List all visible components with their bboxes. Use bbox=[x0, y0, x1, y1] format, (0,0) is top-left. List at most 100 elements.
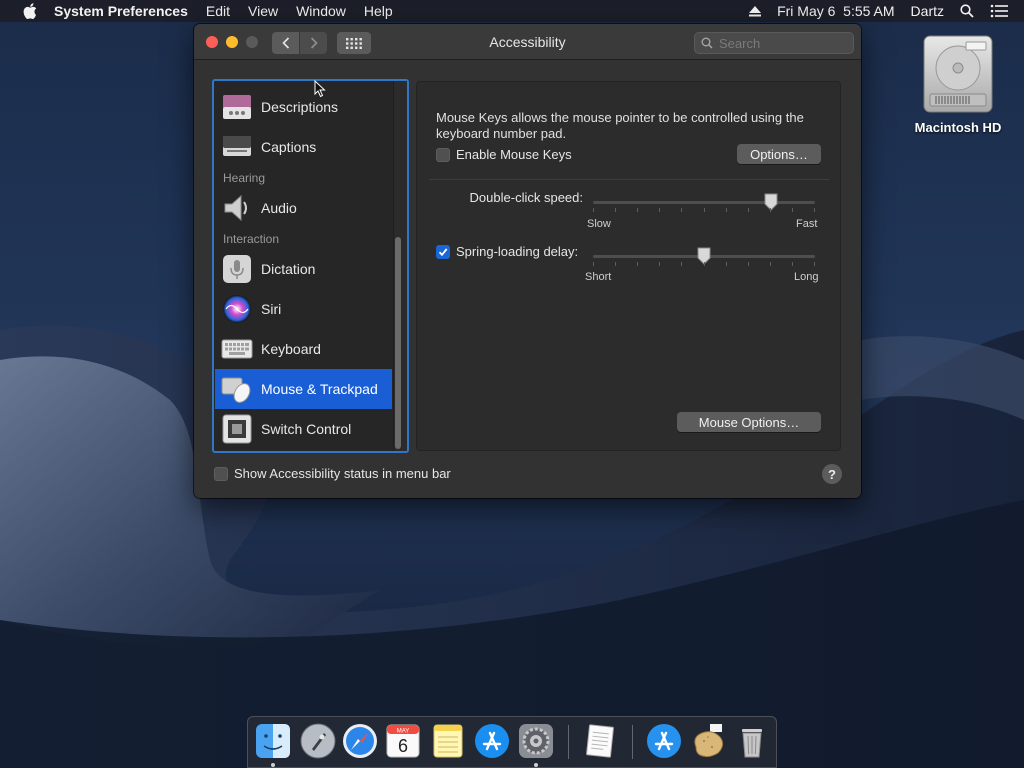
help-button[interactable]: ? bbox=[822, 464, 842, 484]
spring-loading-label: Spring-loading delay: bbox=[456, 244, 579, 259]
hard-drive-icon bbox=[923, 35, 993, 113]
double-click-speed-label: Double-click speed: bbox=[469, 190, 583, 205]
menu-window[interactable]: Window bbox=[296, 3, 346, 19]
slider-knob[interactable] bbox=[764, 193, 778, 211]
running-indicator bbox=[271, 763, 275, 767]
slider-tick bbox=[814, 262, 815, 266]
short-label: Short bbox=[585, 271, 612, 283]
enable-mouse-keys-checkbox[interactable] bbox=[436, 147, 450, 162]
notes-icon[interactable] bbox=[428, 721, 468, 761]
slider-tick bbox=[681, 262, 682, 266]
sidebar-item-label: Descriptions bbox=[261, 99, 339, 115]
app-store-downloads-icon[interactable] bbox=[644, 721, 684, 761]
trash-icon[interactable] bbox=[732, 721, 772, 761]
potato-icon[interactable] bbox=[688, 721, 728, 761]
app-store-icon[interactable] bbox=[472, 721, 512, 761]
enable-mouse-keys-label: Enable Mouse Keys bbox=[456, 147, 572, 162]
title-bar[interactable]: Accessibility bbox=[194, 24, 861, 60]
slider-tick bbox=[770, 208, 771, 212]
sidebar-item-label: Audio bbox=[261, 200, 297, 216]
sidebar-item-captions[interactable]: Captions bbox=[215, 127, 392, 167]
slider-tick bbox=[792, 262, 793, 266]
menu-app-name[interactable]: System Preferences bbox=[54, 3, 188, 19]
menu-user[interactable]: Dartz bbox=[911, 3, 944, 19]
spring-loading-slider[interactable] bbox=[593, 246, 815, 276]
mouse-options-button[interactable]: Mouse Options… bbox=[677, 412, 821, 432]
show-status-checkbox[interactable] bbox=[214, 466, 228, 481]
slider-tick bbox=[615, 262, 616, 266]
divider bbox=[429, 179, 829, 180]
slider-tick bbox=[726, 208, 727, 212]
textedit-icon[interactable] bbox=[580, 721, 620, 761]
fast-label: Fast bbox=[796, 218, 818, 230]
captions-icon bbox=[221, 131, 253, 163]
slider-tick bbox=[792, 208, 793, 212]
speaker-icon bbox=[221, 192, 253, 224]
sidebar-item-keyboard[interactable]: Keyboard bbox=[215, 329, 392, 369]
double-click-speed-slider[interactable] bbox=[593, 192, 815, 222]
slider-tick bbox=[726, 262, 727, 266]
sidebar-item-switch-control[interactable]: Switch Control bbox=[215, 409, 392, 449]
dock-separator bbox=[632, 725, 633, 759]
slider-tick bbox=[748, 262, 749, 266]
sidebar-item-siri[interactable]: Siri bbox=[215, 289, 392, 329]
sidebar-item-audio[interactable]: Audio bbox=[215, 188, 392, 228]
system-preferences-icon[interactable] bbox=[516, 721, 556, 761]
mouse-keys-options-button[interactable]: Options… bbox=[737, 144, 821, 164]
search-input[interactable] bbox=[719, 35, 839, 51]
calendar-day: 6 bbox=[398, 736, 408, 756]
menu-clock[interactable]: Fri May 6 5:55 AM bbox=[777, 3, 894, 19]
menu-help[interactable]: Help bbox=[364, 3, 393, 19]
menu-bar: System Preferences Edit View Window Help… bbox=[0, 0, 1024, 22]
desktop-disk[interactable]: Macintosh HD bbox=[908, 32, 1008, 135]
enable-mouse-keys-row[interactable]: Enable Mouse Keys bbox=[436, 147, 572, 162]
spotlight-search-icon[interactable] bbox=[960, 4, 974, 18]
menu-view[interactable]: View bbox=[248, 3, 278, 19]
safari-icon[interactable] bbox=[340, 721, 380, 761]
sidebar-item-label: Dictation bbox=[261, 261, 316, 277]
calendar-month: MAY bbox=[397, 729, 410, 735]
checkmark-icon bbox=[438, 247, 448, 256]
dock: MAY 6 bbox=[247, 716, 777, 768]
long-label: Long bbox=[794, 271, 819, 283]
slider-tick bbox=[681, 208, 682, 212]
notification-center-icon[interactable] bbox=[990, 4, 1008, 18]
sidebar-item-descriptions[interactable]: Descriptions bbox=[215, 87, 392, 127]
calendar-icon[interactable]: MAY 6 bbox=[383, 721, 423, 761]
slider-tick bbox=[659, 262, 660, 266]
dock-separator bbox=[568, 725, 569, 759]
slider-tick bbox=[814, 208, 815, 212]
siri-icon bbox=[221, 293, 253, 325]
slider-tick bbox=[637, 262, 638, 266]
apple-menu-icon[interactable] bbox=[20, 3, 40, 19]
sidebar-item-label: Mouse & Trackpad bbox=[261, 381, 378, 397]
search-field[interactable] bbox=[694, 32, 854, 54]
show-status-row[interactable]: Show Accessibility status in menu bar bbox=[214, 466, 451, 481]
sidebar-scrollbar[interactable] bbox=[395, 237, 401, 449]
keyboard-icon bbox=[221, 333, 253, 365]
accessibility-window: Accessibility Descriptions Captions Hear… bbox=[194, 24, 861, 498]
mouse-trackpad-panel: Mouse Keys allows the mouse pointer to b… bbox=[416, 81, 841, 451]
slider-tick bbox=[637, 208, 638, 212]
switch-control-icon bbox=[221, 413, 253, 445]
spring-loading-checkbox[interactable] bbox=[436, 244, 450, 259]
slider-track bbox=[593, 201, 815, 204]
sidebar-item-label: Siri bbox=[261, 301, 282, 317]
show-status-label: Show Accessibility status in menu bar bbox=[234, 466, 451, 481]
menu-edit[interactable]: Edit bbox=[206, 3, 230, 19]
descriptions-icon bbox=[221, 91, 253, 123]
eject-icon[interactable] bbox=[749, 5, 762, 17]
mouse-cursor-icon bbox=[314, 80, 326, 98]
sidebar: Descriptions Captions Hearing Audio Inte… bbox=[212, 79, 409, 453]
slider-tick bbox=[593, 208, 594, 212]
slow-label: Slow bbox=[587, 218, 611, 230]
finder-icon[interactable] bbox=[253, 721, 293, 761]
slider-tick bbox=[659, 208, 660, 212]
sidebar-item-label: Switch Control bbox=[261, 421, 352, 437]
running-indicator bbox=[534, 763, 538, 767]
slider-tick bbox=[593, 262, 594, 266]
sidebar-item-mouse-trackpad[interactable]: Mouse & Trackpad bbox=[215, 369, 392, 409]
launchpad-icon[interactable] bbox=[298, 721, 338, 761]
spring-loading-row[interactable]: Spring-loading delay: bbox=[436, 244, 578, 259]
sidebar-item-dictation[interactable]: Dictation bbox=[215, 249, 392, 289]
